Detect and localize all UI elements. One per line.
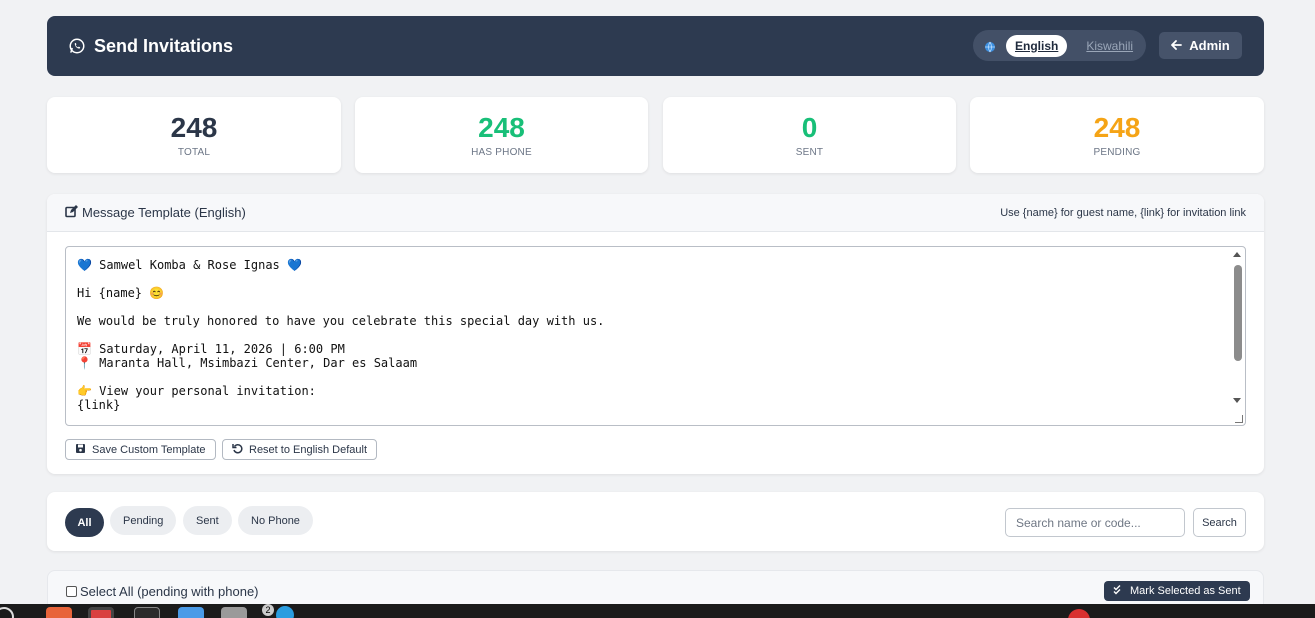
admin-button-label: Admin (1189, 38, 1230, 53)
language-english-button[interactable]: English (1006, 34, 1068, 57)
messenger-icon[interactable] (276, 606, 294, 618)
stat-card-total: 248 TOTAL (47, 97, 341, 173)
save-icon (75, 443, 86, 457)
stat-value: 248 (170, 112, 218, 143)
stat-label: HAS PHONE (471, 147, 532, 158)
stat-card-has-phone: 248 HAS PHONE (355, 97, 648, 173)
tray-status-icon[interactable] (1068, 609, 1090, 618)
arrow-left-icon (1171, 38, 1183, 53)
whatsapp-icon (68, 37, 86, 55)
template-text[interactable]: 💙 Samwel Komba & Rose Ignas 💙 Hi {name} … (66, 247, 1245, 423)
stat-label: TOTAL (177, 147, 211, 158)
select-all-checkbox-group[interactable]: Select All (pending with phone) (66, 584, 259, 599)
template-textarea[interactable]: 💙 Samwel Komba & Rose Ignas 💙 Hi {name} … (65, 246, 1246, 426)
browser-icon[interactable] (88, 607, 114, 618)
filter-tab-pending[interactable]: Pending (110, 506, 177, 535)
scroll-down-icon[interactable] (1233, 398, 1241, 403)
page-title: Send Invitations (94, 35, 234, 56)
filter-tab-all[interactable]: All (65, 508, 104, 537)
filter-tab-sent[interactable]: Sent (183, 506, 232, 535)
textarea-scrollbar[interactable] (1230, 247, 1245, 425)
app-launcher-icon[interactable] (46, 607, 72, 618)
stat-value: 0 (801, 112, 818, 143)
notification-badge: 2 (262, 604, 274, 616)
stat-label: SENT (795, 147, 824, 158)
edit-icon (65, 204, 78, 221)
double-check-icon (1113, 584, 1124, 598)
terminal-icon[interactable] (134, 607, 160, 618)
os-taskbar: 2 (0, 604, 1315, 618)
scroll-up-icon[interactable] (1233, 252, 1241, 257)
search-input[interactable] (1005, 508, 1185, 537)
globe-icon (984, 40, 996, 52)
template-title-group: Message Template (English) (65, 204, 246, 221)
undo-icon (232, 443, 243, 457)
admin-back-button[interactable]: Admin (1159, 32, 1242, 59)
stat-label: PENDING (1093, 147, 1141, 158)
folder-icon[interactable] (221, 607, 247, 618)
scrollbar-thumb[interactable] (1234, 265, 1242, 361)
reset-template-label: Reset to English Default (249, 443, 368, 456)
mark-selected-sent-button[interactable]: Mark Selected as Sent (1104, 581, 1250, 601)
save-template-button[interactable]: Save Custom Template (65, 439, 216, 460)
stat-card-sent: 0 SENT (663, 97, 956, 173)
stat-card-pending: 248 PENDING (970, 97, 1264, 173)
mark-selected-label: Mark Selected as Sent (1130, 585, 1241, 597)
template-card-header: Message Template (English) Use {name} fo… (47, 194, 1264, 232)
mail-icon[interactable] (178, 607, 204, 618)
stat-value: 248 (478, 112, 525, 143)
resize-handle-icon[interactable] (1235, 415, 1243, 423)
search-button[interactable]: Search (1193, 508, 1246, 537)
language-kiswahili-button[interactable]: Kiswahili (1077, 35, 1142, 57)
template-title: Message Template (English) (82, 205, 246, 220)
message-template-card: Message Template (English) Use {name} fo… (47, 194, 1264, 474)
save-template-label: Save Custom Template (92, 443, 206, 456)
filter-card: All Pending Sent No Phone Search (47, 492, 1264, 551)
reset-template-button[interactable]: Reset to English Default (222, 439, 378, 460)
select-all-label: Select All (pending with phone) (80, 584, 259, 599)
select-all-checkbox[interactable] (66, 586, 77, 597)
app-header: Send Invitations English Kiswahili Admin (47, 16, 1264, 76)
template-hint: Use {name} for guest name, {link} for in… (1000, 206, 1246, 219)
stat-value: 248 (1093, 112, 1141, 143)
filter-tab-no-phone[interactable]: No Phone (238, 506, 313, 535)
header-title-group: Send Invitations (68, 36, 233, 57)
start-icon[interactable] (0, 607, 14, 618)
language-switcher: English Kiswahili (973, 30, 1146, 61)
